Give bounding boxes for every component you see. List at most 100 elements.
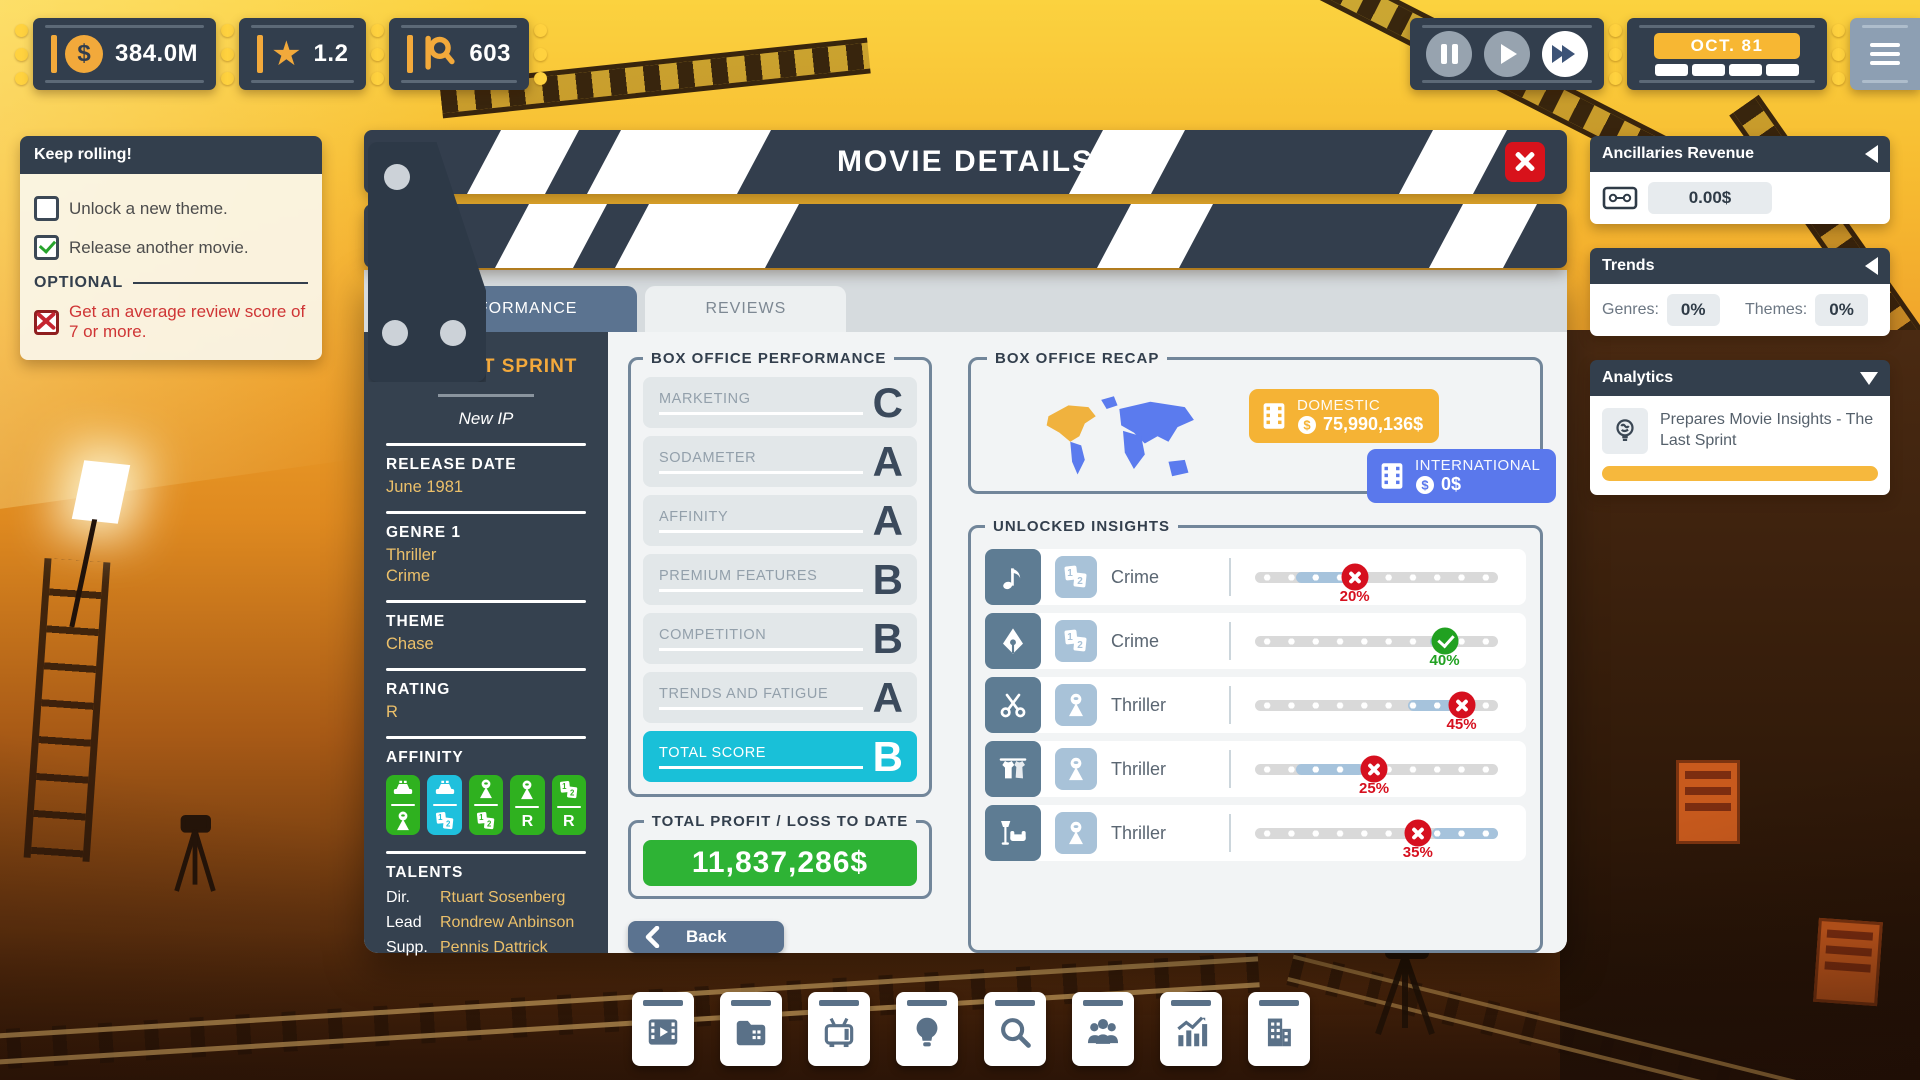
performance-tab-content: BOX OFFICE PERFORMANCE MARKETING C SODAM… (608, 332, 1567, 953)
audience-insight-icon (1055, 684, 1097, 726)
clapper-top-bar: MOVIE DETAILS (364, 130, 1567, 194)
panel-title: TOTAL PROFIT / LOSS TO DATE (644, 813, 916, 830)
insight-label: Crime (1111, 631, 1229, 652)
svg-text:1: 1 (1067, 632, 1073, 643)
ticket-accent-bar (257, 35, 263, 73)
ticket-perforation (1832, 24, 1845, 85)
fast-forward-icon (1555, 45, 1575, 63)
rating-label: RATING (386, 681, 586, 699)
affinity-badges: 12 12 R 12 (386, 775, 586, 835)
total-score-value: B (873, 736, 903, 778)
international-label: INTERNATIONAL (1415, 457, 1540, 474)
insight-slider: 45% (1231, 700, 1526, 711)
movie-details-modal: MOVIE DETAILS PERFORMANCE REVIEWS (364, 130, 1567, 953)
talent-name: Rtuart Sosenberg (440, 889, 565, 907)
clapper-stripe (491, 204, 612, 268)
editing-scissors-icon (985, 677, 1041, 733)
genre-value: Thriller (386, 546, 586, 565)
collapse-left-icon (1865, 257, 1878, 275)
talent-row: Dir. Rtuart Sosenberg (386, 889, 586, 907)
ticket-perforation (221, 24, 234, 85)
play-button[interactable] (1484, 31, 1530, 77)
affinity-badge (386, 775, 420, 835)
money-ticket[interactable]: $ 384.0M (33, 18, 216, 90)
time-controls: OCT. 81 (1410, 18, 1920, 90)
ticket-accent-bar (51, 35, 57, 73)
audience-insight-icon (1055, 748, 1097, 790)
quest-task: Unlock a new theme. (34, 196, 308, 221)
affinity-label: AFFINITY (386, 749, 586, 767)
talents-section: TALENTS Dir. Rtuart Sosenberg Lead Rondr… (386, 864, 586, 957)
set-design-department-icon (985, 805, 1041, 861)
back-button[interactable]: Back (628, 921, 784, 953)
quest-panel-title: Keep rolling! (20, 136, 322, 174)
wall-poster (1676, 760, 1740, 844)
analytics-header[interactable]: Analytics (1590, 360, 1890, 396)
talent-role: Lead (386, 914, 440, 932)
quest-task-failed: Get an average review score of 7 or more… (34, 302, 308, 342)
back-button-label: Back (686, 927, 727, 947)
grade-value: B (873, 559, 903, 601)
clapper-stripe (611, 204, 804, 268)
grade-label: SODAMETER (659, 450, 863, 474)
rating-ticket[interactable]: ★ 1.2 (239, 18, 366, 90)
rating-r-label: R (563, 813, 575, 831)
world-map (1029, 389, 1217, 489)
quest-task-label: Unlock a new theme. (69, 199, 228, 219)
projects-button[interactable] (720, 992, 782, 1066)
insight-label: Thriller (1111, 695, 1229, 716)
genre-insight-icon: 12 (1055, 556, 1097, 598)
audience-icon (474, 778, 498, 800)
optional-divider: OPTIONAL (34, 274, 308, 292)
menu-ticket[interactable] (1850, 18, 1920, 90)
stats-button[interactable] (1160, 992, 1222, 1066)
popularity-value: 603 (469, 40, 511, 68)
svg-text:2: 2 (446, 819, 451, 828)
grade-row: PREMIUM FEATURES B (643, 554, 917, 605)
modal-content: THE LAST SPRINT New IP RELEASE DATE June… (364, 332, 1567, 953)
fast-forward-button[interactable] (1542, 31, 1588, 77)
hinge-rivet (384, 164, 410, 190)
trends-header[interactable]: Trends (1590, 248, 1890, 284)
ancillaries-header[interactable]: Ancillaries Revenue (1590, 136, 1890, 172)
staff-button[interactable] (1072, 992, 1134, 1066)
genre-label: GENRE 1 (386, 524, 586, 542)
tab-reviews[interactable]: REVIEWS (645, 286, 846, 332)
resource-tickets: $ 384.0M ★ 1.2 603 (10, 18, 552, 90)
studio-button[interactable] (1248, 992, 1310, 1066)
current-date: OCT. 81 (1654, 33, 1800, 59)
tv-icon (820, 1013, 858, 1051)
insight-label: Thriller (1111, 823, 1229, 844)
talent-row: Supp. Pennis Dattrick (386, 939, 586, 957)
svg-text:1: 1 (438, 813, 443, 822)
ideas-button[interactable] (896, 992, 958, 1066)
divider (386, 851, 586, 854)
insight-row: Thriller 25% (985, 741, 1526, 797)
film-reel-icon (1261, 401, 1287, 431)
trends-title: Trends (1602, 257, 1654, 275)
analytics-panel: Analytics Prepares Movie Insights - The … (1590, 360, 1890, 495)
genre-half-icon: 12 (474, 810, 498, 832)
search-button[interactable] (984, 992, 1046, 1066)
divider (386, 600, 586, 603)
affinity-badge: 12 R (552, 775, 586, 835)
pause-button[interactable] (1426, 31, 1472, 77)
popularity-ticket[interactable]: 603 (389, 18, 529, 90)
panel-title: UNLOCKED INSIGHTS (985, 518, 1178, 535)
total-score-label: TOTAL SCORE (659, 745, 863, 769)
svg-text:1: 1 (479, 813, 484, 822)
hamburger-menu-icon (1870, 38, 1900, 70)
unlocked-insights-panel: UNLOCKED INSIGHTS 12 Crime (968, 518, 1543, 953)
movies-button[interactable] (632, 992, 694, 1066)
collapse-down-icon (1860, 372, 1878, 385)
affinity-badge: 12 (427, 775, 461, 835)
grade-label: COMPETITION (659, 627, 863, 651)
genre-insight-icon: 12 (1055, 620, 1097, 662)
modal-title: MOVIE DETAILS (364, 130, 1567, 194)
divider (386, 736, 586, 739)
optional-label: OPTIONAL (34, 274, 123, 292)
audience-insight-icon (1055, 812, 1097, 854)
close-button[interactable] (1505, 142, 1545, 182)
insight-bulb-icon (1602, 408, 1648, 454)
tv-button[interactable] (808, 992, 870, 1066)
